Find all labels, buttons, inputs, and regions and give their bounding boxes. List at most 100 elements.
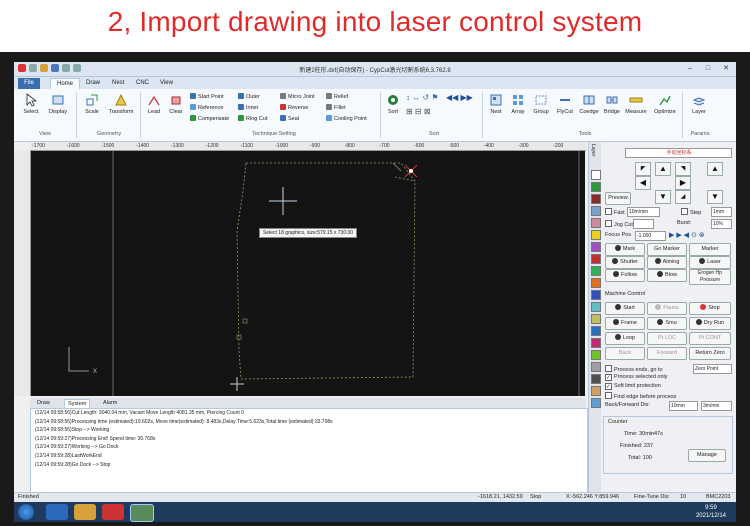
display-button[interactable]: Display: [46, 93, 70, 115]
layer-swatch[interactable]: [591, 242, 601, 252]
back-forward-speed-select[interactable]: 3m/min: [701, 401, 732, 411]
jog-up-right-icon[interactable]: ◥: [675, 162, 691, 176]
follow-button[interactable]: Follow: [605, 269, 645, 282]
inner-button[interactable]: Inner: [238, 104, 259, 111]
system-log[interactable]: (12/14 09:58:56)Cut Length: 3040.04 mm, …: [30, 408, 588, 494]
tab-file[interactable]: File: [18, 78, 40, 89]
smu-button[interactable]: Smu: [647, 317, 687, 330]
tab-log-draw[interactable]: Draw: [34, 399, 53, 408]
layer-button[interactable]: Layer: [688, 93, 710, 115]
return-zero-button[interactable]: Return Zero: [689, 347, 731, 360]
outer-button[interactable]: Outer: [238, 93, 260, 100]
pause-button[interactable]: Pause: [647, 302, 687, 315]
laser-button[interactable]: Laser: [689, 256, 731, 269]
reverse-button[interactable]: Reverse: [280, 104, 308, 111]
layer-swatch[interactable]: [591, 338, 601, 348]
jog-right-icon[interactable]: ▶: [675, 176, 691, 190]
find-edge-checkbox[interactable]: Find edge before process: [605, 392, 676, 400]
sort-direction-icon[interactable]: ↕ ↔ ↺ ⚑: [406, 93, 439, 102]
z-up-icon[interactable]: ▲: [707, 162, 723, 176]
sort-button[interactable]: Sort: [384, 93, 402, 115]
focus-adjust-icons[interactable]: ▶ ▶ ◀ ⊙ ⊗: [669, 231, 705, 239]
media-player-icon[interactable]: [102, 504, 124, 520]
tab-log-alarm[interactable]: Alarm: [100, 399, 120, 408]
step-checkbox[interactable]: Step: [681, 208, 701, 216]
layer-swatch[interactable]: [591, 230, 601, 240]
layer-swatch[interactable]: [591, 386, 601, 396]
go-marker-button[interactable]: Go Marker: [647, 243, 687, 256]
pt-loc-button[interactable]: Pt LOC: [647, 332, 687, 345]
group-button[interactable]: Group: [530, 93, 552, 115]
tab-draw[interactable]: Draw: [80, 78, 106, 89]
jog-cut-field[interactable]: [633, 219, 654, 229]
frame-button[interactable]: Frame: [605, 317, 645, 330]
process-selected-checkbox[interactable]: ✓ Process selected only: [605, 374, 668, 381]
jog-cut-checkbox[interactable]: Jog Cut: [605, 220, 633, 228]
layer-swatch[interactable]: [591, 374, 601, 384]
shutter-button[interactable]: Shutter: [605, 256, 645, 269]
relief-button[interactable]: Relief: [326, 93, 348, 100]
jog-left-icon[interactable]: ◀: [635, 176, 651, 190]
layer-swatch[interactable]: [591, 182, 601, 192]
file-explorer-icon[interactable]: [74, 504, 96, 520]
fast-checkbox[interactable]: Fast: [605, 208, 625, 216]
z-down-icon[interactable]: ▼: [707, 190, 723, 204]
tab-nest[interactable]: Nest: [106, 78, 130, 89]
process-ends-checkbox[interactable]: Process ends, go to: [605, 365, 663, 373]
erogen-pressure-button[interactable]: Erogen Hp Pressure: [689, 269, 731, 285]
start-menu-icon[interactable]: [18, 504, 34, 520]
layer-swatch[interactable]: [591, 170, 601, 180]
layer-swatch[interactable]: [591, 266, 601, 276]
flycut-button[interactable]: FlyCut: [554, 93, 576, 115]
close-icon[interactable]: ✕: [718, 63, 734, 74]
preview-button[interactable]: Preview: [605, 192, 631, 205]
layer-swatch[interactable]: [591, 254, 601, 264]
layer-swatch[interactable]: [591, 350, 601, 360]
jog-up-icon[interactable]: ▲: [655, 162, 671, 176]
maximize-icon[interactable]: □: [700, 63, 716, 74]
marker-select[interactable]: Marker: [689, 243, 731, 256]
zero-point-select[interactable]: Zero Point: [693, 364, 732, 374]
layer-swatch[interactable]: [591, 218, 601, 228]
jog-down-right-icon[interactable]: ◢: [675, 190, 691, 204]
stop-button[interactable]: Stop: [689, 302, 731, 315]
minimize-icon[interactable]: –: [682, 63, 698, 74]
mark-button[interactable]: Mark: [605, 243, 645, 256]
compensate-button[interactable]: Compensate: [190, 115, 229, 122]
coordinate-system-select[interactable]: 手动坐标系: [625, 148, 732, 158]
sort-options-icon[interactable]: ⊞ ⊟ ⊠: [406, 107, 431, 116]
tab-cnc[interactable]: CNC: [130, 78, 155, 89]
layer-swatch[interactable]: [591, 398, 601, 408]
layer-swatch[interactable]: [591, 194, 601, 204]
layer-swatch[interactable]: [591, 206, 601, 216]
layer-swatch[interactable]: [591, 302, 601, 312]
reference-button[interactable]: Reference: [190, 104, 223, 111]
optimize-button[interactable]: Optimize: [652, 93, 678, 115]
coedge-button[interactable]: Coedge: [578, 93, 600, 115]
bridge-button[interactable]: Bridge: [602, 93, 622, 115]
lead-button[interactable]: Lead: [144, 93, 164, 115]
start-button[interactable]: Start: [605, 302, 645, 315]
back-forward-dis-select[interactable]: 10mm: [669, 401, 698, 411]
layer-swatch[interactable]: [591, 362, 601, 372]
layer-swatch[interactable]: [591, 314, 601, 324]
burst-select[interactable]: 10%: [711, 219, 732, 229]
array-button[interactable]: Array: [508, 93, 528, 115]
loop-button[interactable]: Loop: [605, 332, 645, 345]
clear-button[interactable]: Clear: [166, 93, 186, 115]
soft-limit-checkbox[interactable]: ✓ Soft limit protection: [605, 383, 661, 390]
focus-pos-field[interactable]: -1.000: [635, 231, 666, 241]
blow-button[interactable]: Blow: [647, 269, 687, 282]
internet-explorer-icon[interactable]: [46, 504, 68, 520]
aiming-button[interactable]: Aiming: [647, 256, 687, 269]
scale-button[interactable]: Scale: [80, 93, 104, 115]
back-button[interactable]: Back: [605, 347, 645, 360]
nest-button[interactable]: Nest: [486, 93, 506, 115]
step-select[interactable]: 1mm: [711, 207, 732, 217]
fast-speed-select[interactable]: 10m/min: [627, 207, 660, 217]
dry-run-button[interactable]: Dry Run: [689, 317, 731, 330]
cypcut-taskbar-icon[interactable]: [130, 504, 154, 522]
cooling-point-button[interactable]: Cooling Point: [326, 115, 367, 122]
part-outline[interactable]: [236, 162, 416, 380]
measure-button[interactable]: Measure: [624, 93, 648, 115]
